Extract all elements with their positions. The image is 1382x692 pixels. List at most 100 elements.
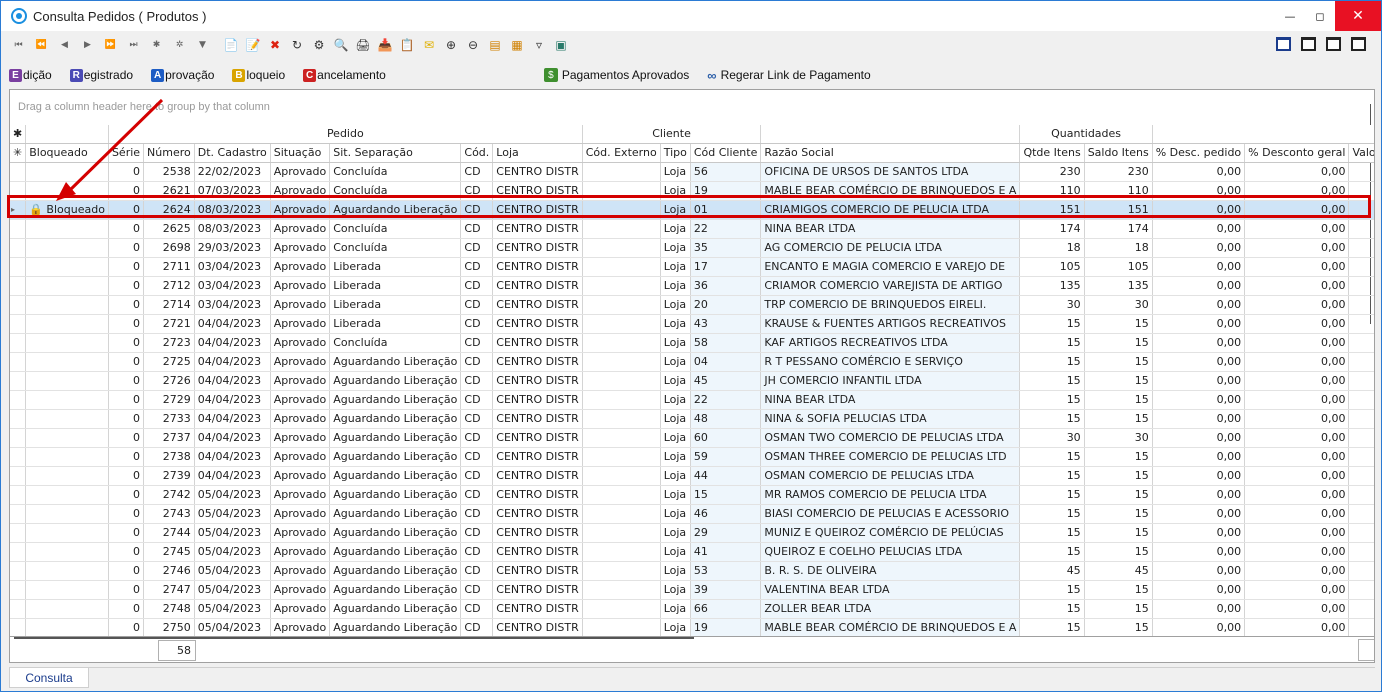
table-cell[interactable]: 0,00 xyxy=(1152,561,1246,581)
table-cell[interactable]: 15 xyxy=(1084,390,1153,410)
row-indicator[interactable] xyxy=(10,371,27,391)
table-cell[interactable]: Aprovado xyxy=(270,580,331,600)
pagamentos-aprovados-button[interactable]: $ Pagamentos Aprovados xyxy=(543,68,689,82)
row-indicator[interactable] xyxy=(10,257,27,277)
table-cell[interactable]: Aprovado xyxy=(270,314,331,334)
row-indicator[interactable] xyxy=(10,466,27,486)
table-row[interactable]: 0 2712 03/04/2023 Aprovado Liberada CD CENTRO … xyxy=(10,276,1374,296)
table-cell[interactable]: 0,00 xyxy=(1244,295,1350,315)
minimize-button[interactable]: — xyxy=(1275,1,1305,31)
bloqueio-button[interactable]: Bloqueio xyxy=(232,68,285,82)
table-row[interactable]: 0 2746 05/04/2023 Aprovado Aguardando Libera… xyxy=(10,561,1374,581)
row-indicator[interactable] xyxy=(10,599,27,619)
email-icon[interactable]: ✉ xyxy=(418,35,440,55)
table-cell[interactable] xyxy=(582,390,661,410)
table-cell[interactable]: VALENTINA BEAR LTDA xyxy=(760,580,1021,600)
table-row[interactable]: 0 2733 04/04/2023 Aprovado Aguardando Libera… xyxy=(10,409,1374,429)
table-cell[interactable]: 15 xyxy=(1019,523,1085,543)
table-cell[interactable] xyxy=(25,181,109,201)
grid-icon[interactable]: ▦ xyxy=(506,35,528,55)
table-cell[interactable]: Aguardando Liberação xyxy=(329,561,462,581)
table-cell[interactable]: 30 xyxy=(1084,295,1153,315)
table-cell[interactable]: 0,00 xyxy=(1152,542,1246,562)
export-icon[interactable]: 📥 xyxy=(374,35,396,55)
table-cell[interactable] xyxy=(25,580,109,600)
table-cell[interactable] xyxy=(582,599,661,619)
table-cell[interactable]: 0 xyxy=(108,200,145,220)
table-cell[interactable]: 18 xyxy=(1084,238,1153,258)
row-indicator[interactable] xyxy=(10,523,27,543)
column-header[interactable]: Saldo Itens xyxy=(1084,143,1153,163)
column-header[interactable]: Dt. Cadastro xyxy=(194,143,271,163)
table-cell[interactable]: OFICINA DE URSOS DE SANTOS LTDA xyxy=(760,162,1021,182)
table-cell[interactable]: CD xyxy=(460,181,494,201)
table-cell[interactable]: Aprovado xyxy=(270,238,331,258)
table-cell[interactable]: 22 xyxy=(690,219,762,239)
first-icon[interactable]: ⏮ xyxy=(7,35,30,55)
table-cell[interactable]: 15 xyxy=(1084,504,1153,524)
table-cell[interactable]: 0,00 xyxy=(1244,181,1350,201)
table-cell[interactable]: 2743 xyxy=(143,504,195,524)
table-cell[interactable]: Loja xyxy=(660,219,691,239)
table-cell[interactable]: NINA BEAR LTDA xyxy=(760,390,1021,410)
table-cell[interactable]: CD xyxy=(460,618,494,638)
table-cell[interactable]: 0,00 xyxy=(1152,162,1246,182)
table-cell[interactable]: 2621 xyxy=(143,181,195,201)
table-cell[interactable] xyxy=(582,523,661,543)
row-indicator[interactable] xyxy=(10,295,27,315)
table-cell[interactable]: 39 xyxy=(690,580,762,600)
row-indicator[interactable] xyxy=(10,428,27,448)
table-cell[interactable]: 2714 xyxy=(143,295,195,315)
table-cell[interactable]: Aprovado xyxy=(270,485,331,505)
row-indicator[interactable] xyxy=(10,238,27,258)
table-cell[interactable]: 59 xyxy=(690,447,762,467)
table-cell[interactable] xyxy=(25,447,109,467)
prev-icon[interactable]: ◀ xyxy=(53,35,76,55)
table-cell[interactable]: 0,00 xyxy=(1244,599,1350,619)
table-cell[interactable]: Aprovado xyxy=(270,409,331,429)
table-cell[interactable]: 2711 xyxy=(143,257,195,277)
table-cell[interactable]: CENTRO DISTR xyxy=(492,618,583,638)
table-cell[interactable]: 0 xyxy=(108,523,145,543)
table-cell[interactable]: Aprovado xyxy=(270,561,331,581)
table-cell[interactable]: CD xyxy=(460,447,494,467)
preview-icon[interactable]: 🔍 xyxy=(330,35,352,55)
table-cell[interactable]: CENTRO DISTR xyxy=(492,390,583,410)
table-cell[interactable]: Aguardando Liberação xyxy=(329,200,462,220)
table-row[interactable]: 0 2744 05/04/2023 Aprovado Aguardando Libera… xyxy=(10,523,1374,543)
table-cell[interactable]: Loja xyxy=(660,542,691,562)
table-cell[interactable]: 0,00 xyxy=(1244,618,1350,638)
table-cell[interactable]: 60 xyxy=(690,428,762,448)
view-check-all-icon[interactable] xyxy=(1271,34,1296,54)
table-cell[interactable]: 15 xyxy=(1084,314,1153,334)
table-cell[interactable]: 0,00 xyxy=(1152,257,1246,277)
column-header[interactable]: Qtde Itens xyxy=(1019,143,1085,163)
table-cell[interactable]: 0,00 xyxy=(1152,219,1246,239)
table-cell[interactable] xyxy=(582,295,661,315)
table-cell[interactable]: CENTRO DISTR xyxy=(492,333,583,353)
table-cell[interactable]: 0,00 xyxy=(1244,352,1350,372)
table-cell[interactable]: Aprovado xyxy=(270,162,331,182)
column-header[interactable]: Tipo xyxy=(660,143,691,163)
table-cell[interactable]: Loja xyxy=(660,390,691,410)
table-cell[interactable]: MABLE BEAR COMÉRCIO DE BRINQUEDOS E A xyxy=(760,618,1021,638)
table-cell[interactable]: 0,00 xyxy=(1244,276,1350,296)
table-cell[interactable]: ENCANTO E MAGIA COMERCIO E VAREJO DE xyxy=(760,257,1021,277)
band-cliente[interactable]: Cliente xyxy=(582,125,762,144)
table-row[interactable]: 0 2737 04/04/2023 Aprovado Aguardando Libera… xyxy=(10,428,1374,448)
table-cell[interactable]: JH COMERCIO INFANTIL LTDA xyxy=(760,371,1021,391)
table-cell[interactable]: MUNIZ E QUEIROZ COMÉRCIO DE PELÚCIAS xyxy=(760,523,1021,543)
insert-icon[interactable]: ✱ xyxy=(145,35,168,55)
next-icon[interactable]: ▶ xyxy=(76,35,99,55)
table-cell[interactable] xyxy=(582,447,661,467)
table-cell[interactable]: Concluída xyxy=(329,181,462,201)
table-cell[interactable] xyxy=(582,162,661,182)
table-row[interactable]: 0 2723 04/04/2023 Aprovado Concluída CD CENTRO… xyxy=(10,333,1374,353)
table-cell[interactable]: 0,00 xyxy=(1152,352,1246,372)
table-cell[interactable]: 29/03/2023 xyxy=(194,238,271,258)
table-cell[interactable]: 174 xyxy=(1084,219,1153,239)
table-cell[interactable]: 05/04/2023 xyxy=(194,504,271,524)
table-cell[interactable]: 2721 xyxy=(143,314,195,334)
table-cell[interactable] xyxy=(25,599,109,619)
column-header[interactable]: Loja xyxy=(492,143,583,163)
